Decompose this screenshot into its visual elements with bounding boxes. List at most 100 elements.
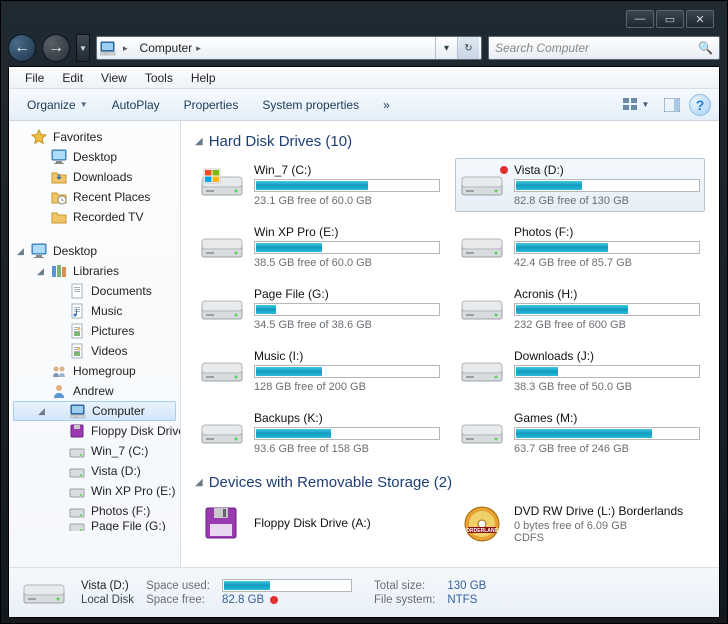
nav-pagefile[interactable]: Page File (G:) — [9, 521, 180, 531]
hdd-icon — [200, 353, 244, 389]
drive-free: 63.7 GB free of 246 GB — [514, 443, 700, 455]
star-icon — [31, 129, 47, 145]
breadcrumb-label: Computer — [140, 41, 193, 55]
nav-homegroup[interactable]: Homegroup — [9, 361, 180, 381]
autoplay-button[interactable]: AutoPlay — [102, 94, 170, 116]
drive-item[interactable]: Acronis (H:)232 GB free of 600 GB — [455, 282, 705, 336]
drive-item[interactable]: Music (I:)128 GB free of 200 GB — [195, 344, 445, 398]
nav-vista[interactable]: Vista (D:) — [9, 461, 180, 481]
properties-button[interactable]: Properties — [174, 94, 249, 116]
search-input[interactable]: Search Computer 🔍 — [488, 36, 720, 60]
nav-win7[interactable]: Win_7 (C:) — [9, 441, 180, 461]
drive-item[interactable]: Games (M:) 63.7 GB free of 246 GB — [455, 406, 705, 460]
hdd-icon — [69, 443, 85, 459]
address-dropdown[interactable]: ▾ — [435, 37, 457, 59]
computer-icon — [70, 403, 86, 419]
details-fs-label: File system: — [374, 594, 435, 606]
nav-libraries[interactable]: ◢Libraries — [9, 261, 180, 281]
usage-bar — [254, 365, 440, 378]
drive-item[interactable]: Page File (G:)34.5 GB free of 38.6 GB — [195, 282, 445, 336]
nav-music[interactable]: Music — [9, 301, 180, 321]
help-button[interactable]: ? — [689, 94, 711, 116]
device-item[interactable]: DVD RW Drive (L:) Borderlands0 bytes fre… — [455, 499, 705, 549]
nav-computer[interactable]: ◢Computer — [13, 401, 176, 421]
nav-floppy[interactable]: Floppy Disk Drive — [9, 421, 180, 441]
device-item[interactable]: Floppy Disk Drive (A:) — [195, 499, 445, 549]
group-removable[interactable]: Devices with Removable Storage (2) — [195, 474, 705, 491]
menu-edit[interactable]: Edit — [54, 69, 91, 87]
hdd-icon — [460, 167, 504, 203]
maximize-button[interactable]: ▭ — [656, 10, 684, 28]
window-frame: — ▭ ✕ ← → ▼ ▸ Computer ▸ ▾ ↻ Search Comp… — [0, 0, 728, 624]
computer-icon — [99, 39, 117, 57]
preview-pane-button[interactable] — [659, 93, 685, 117]
nav-videos[interactable]: Videos — [9, 341, 180, 361]
user-icon — [51, 383, 67, 399]
drive-item[interactable]: Vista (D:)82.8 GB free of 130 GB — [455, 158, 705, 212]
hdd-icon — [460, 291, 504, 327]
breadcrumb-computer[interactable]: Computer ▸ — [134, 41, 207, 55]
organize-button[interactable]: Organize▼ — [17, 94, 98, 116]
hdd-icon — [69, 521, 85, 531]
drive-name: Downloads (J:) — [514, 349, 700, 363]
close-button[interactable]: ✕ — [686, 10, 714, 28]
details-free-value: 82.8 GB — [222, 594, 264, 606]
overflow-button[interactable]: » — [373, 94, 400, 116]
details-total-label: Total size: — [374, 580, 435, 592]
drive-item[interactable]: Win_7 (C:)23.1 GB free of 60.0 GB — [195, 158, 445, 212]
nav-documents[interactable]: Documents — [9, 281, 180, 301]
drive-name: Backups (K:) — [254, 411, 440, 425]
nav-desktop[interactable]: Desktop — [9, 147, 180, 167]
favorites-header[interactable]: Favorites — [9, 127, 180, 147]
hdd-icon — [460, 415, 504, 451]
menu-help[interactable]: Help — [183, 69, 224, 87]
titlebar: — ▭ ✕ — [8, 8, 720, 30]
details-free-label: Space free: — [146, 594, 210, 606]
hdd-icon — [460, 229, 504, 265]
nav-downloads[interactable]: Downloads — [9, 167, 180, 187]
drive-item[interactable]: Win XP Pro (E:)38.5 GB free of 60.0 GB — [195, 220, 445, 274]
menu-file[interactable]: File — [17, 69, 52, 87]
nav-pictures[interactable]: Pictures — [9, 321, 180, 341]
details-type: Local Disk — [81, 594, 134, 606]
refresh-icon: ↻ — [464, 43, 472, 54]
usage-bar — [514, 365, 700, 378]
desktop-header[interactable]: ◢ Desktop — [9, 241, 180, 261]
back-button[interactable]: ← — [8, 34, 36, 62]
breadcrumb-root[interactable]: ▸ — [117, 43, 134, 54]
menu-tools[interactable]: Tools — [137, 69, 181, 87]
nav-winxp[interactable]: Win XP Pro (E:) — [9, 481, 180, 501]
view-mode-button[interactable]: ▼ — [617, 93, 655, 117]
arrow-left-icon: ← — [14, 39, 30, 57]
usage-bar — [514, 179, 700, 192]
menu-view[interactable]: View — [93, 69, 135, 87]
drive-name: Win_7 (C:) — [254, 163, 440, 177]
hdd-icon — [69, 463, 85, 479]
minimize-button[interactable]: — — [626, 10, 654, 28]
forward-button[interactable]: → — [42, 34, 70, 62]
drive-free: 232 GB free of 600 GB — [514, 319, 700, 331]
drive-name: Games (M:) — [514, 411, 700, 425]
group-hard-disks[interactable]: Hard Disk Drives (10) — [195, 133, 705, 150]
system-properties-button[interactable]: System properties — [252, 94, 369, 116]
preview-pane-icon — [664, 98, 680, 112]
nav-photos[interactable]: Photos (F:) — [9, 501, 180, 521]
nav-row: ← → ▼ ▸ Computer ▸ ▾ ↻ Search Computer 🔍 — [8, 32, 720, 64]
details-pane: Vista (D:) Local Disk Space used: Space … — [9, 567, 719, 617]
nav-user[interactable]: Andrew — [9, 381, 180, 401]
history-dropdown[interactable]: ▼ — [76, 34, 90, 62]
drive-item[interactable]: Backups (K:)93.6 GB free of 158 GB — [195, 406, 445, 460]
usage-bar — [254, 427, 440, 440]
drive-item[interactable]: Photos (F:)42.4 GB free of 85.7 GB — [455, 220, 705, 274]
search-placeholder: Search Computer — [495, 41, 589, 55]
nav-recorded-tv[interactable]: Recorded TV — [9, 207, 180, 227]
usage-bar — [254, 303, 440, 316]
recent-icon — [51, 189, 67, 205]
drive-item[interactable]: Downloads (J:)38.3 GB free of 50.0 GB — [455, 344, 705, 398]
body: Favorites Desktop Downloads Recent Place… — [9, 121, 719, 567]
nav-recent-places[interactable]: Recent Places — [9, 187, 180, 207]
navigation-pane: Favorites Desktop Downloads Recent Place… — [9, 121, 181, 567]
refresh-button[interactable]: ↻ — [457, 37, 479, 59]
command-bar: Organize▼ AutoPlay Properties System pro… — [9, 89, 719, 121]
address-bar[interactable]: ▸ Computer ▸ ▾ ↻ — [96, 36, 482, 60]
